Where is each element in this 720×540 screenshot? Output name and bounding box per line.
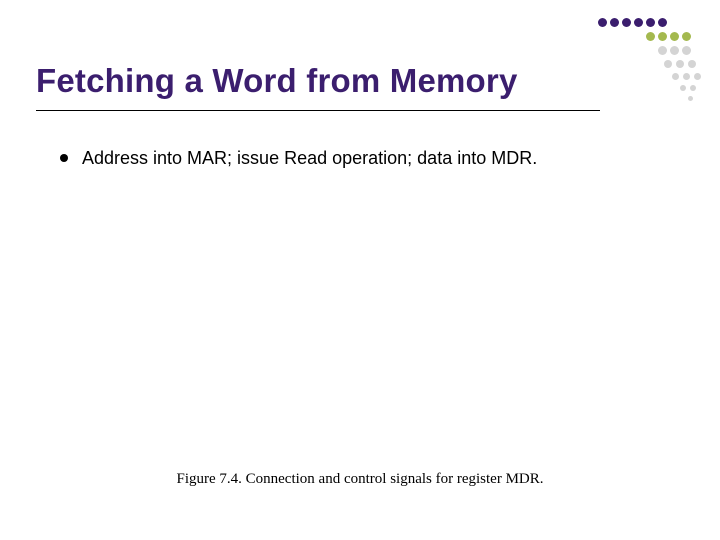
bullet-icon [60, 154, 68, 162]
decoration-dot [646, 18, 655, 27]
decoration-dot [658, 46, 667, 55]
slide-title: Fetching a Word from Memory [36, 62, 684, 100]
figure-caption: Figure 7.4. Connection and control signa… [0, 471, 720, 488]
decoration-dot [688, 96, 693, 101]
decoration-dot [646, 32, 655, 41]
decoration-dot [670, 46, 679, 55]
decoration-dot [682, 32, 691, 41]
decoration-dot [658, 18, 667, 27]
decoration-dot [694, 73, 701, 80]
bullet-item: Address into MAR; issue Read operation; … [60, 148, 680, 169]
decoration-dot [683, 73, 690, 80]
title-underline [36, 110, 600, 111]
bullet-text: Address into MAR; issue Read operation; … [82, 148, 537, 169]
slide-title-wrap: Fetching a Word from Memory [36, 62, 684, 100]
decoration-dot [610, 18, 619, 27]
decoration-dot [622, 18, 631, 27]
decoration-dot [670, 32, 679, 41]
decoration-dot [688, 60, 696, 68]
decoration-dot [634, 18, 643, 27]
decoration-dot [690, 85, 696, 91]
decoration-dot [682, 46, 691, 55]
decoration-dot [598, 18, 607, 27]
decoration-dot [658, 32, 667, 41]
